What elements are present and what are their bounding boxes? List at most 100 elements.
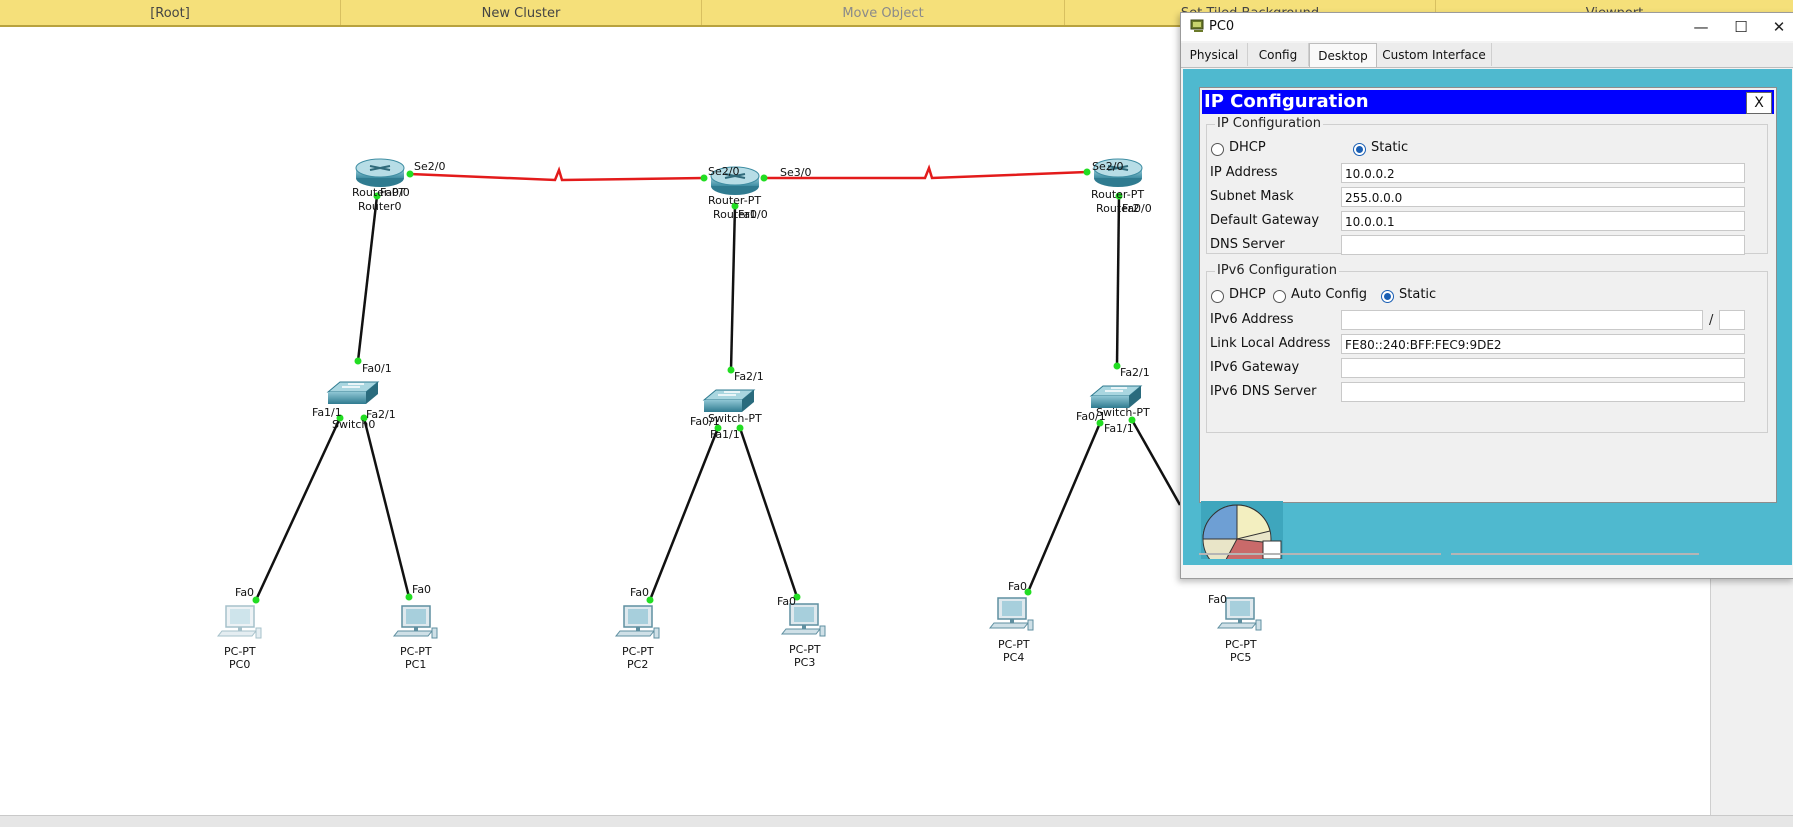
ipv6-address-field[interactable] xyxy=(1341,310,1703,330)
router-1-port-fa: Fa0/0 xyxy=(738,208,768,221)
ipv6-gateway-field[interactable] xyxy=(1341,358,1745,378)
pc-4-name: PC4 xyxy=(1003,651,1024,664)
switch-1[interactable] xyxy=(703,389,755,413)
close-button[interactable]: ✕ xyxy=(1764,16,1793,38)
ip-address-label: IP Address xyxy=(1210,165,1278,180)
minimize-button[interactable]: — xyxy=(1686,16,1716,38)
router-1-port-se-left: Se2/0 xyxy=(708,165,739,178)
link-local-field[interactable]: FE80::240:BFF:FEC9:9DE2 xyxy=(1341,334,1745,354)
link-local-label: Link Local Address xyxy=(1210,336,1331,351)
pc-4-model: PC-PT xyxy=(998,638,1030,651)
window-titlebar[interactable]: PC0 — ☐ ✕ xyxy=(1181,13,1793,41)
ipv6-group-title: IPv6 Configuration xyxy=(1215,263,1339,278)
pc-2-port: Fa0 xyxy=(630,586,649,599)
router-0-model: Router-PT xyxy=(352,186,405,199)
pc-5-port: Fa0 xyxy=(1208,593,1227,606)
ipv6-static-radio[interactable] xyxy=(1381,290,1394,303)
router-0-port-se: Se2/0 xyxy=(414,160,445,173)
pc-4-port: Fa0 xyxy=(1008,580,1027,593)
router-1-port-se-right: Se3/0 xyxy=(780,166,811,179)
pc-5-name: PC5 xyxy=(1230,651,1251,664)
ethernet-link[interactable] xyxy=(1026,422,1102,593)
ipv6-auto-config-label: Auto Config xyxy=(1291,287,1368,302)
ethernet-link[interactable] xyxy=(362,417,411,598)
pc-1-name: PC1 xyxy=(405,658,426,671)
ipv6-prefix-field[interactable] xyxy=(1719,310,1745,330)
ip-configuration-title: IP Configuration xyxy=(1204,91,1369,112)
pc-0-model: PC-PT xyxy=(224,645,256,658)
switch-1-model: Switch-PT xyxy=(708,412,762,425)
static-label: Static xyxy=(1371,140,1409,155)
dhcp-label: DHCP xyxy=(1229,140,1266,155)
ipv6-dns-field[interactable] xyxy=(1341,382,1745,402)
tab-physical[interactable]: Physical xyxy=(1181,43,1248,66)
switch-0-name: Switch0 xyxy=(332,418,375,431)
close-ip-config-button[interactable]: X xyxy=(1746,92,1772,114)
ipv6-dhcp-radio[interactable] xyxy=(1211,290,1224,303)
pc-3-model: PC-PT xyxy=(789,643,821,656)
ipv6-static-label: Static xyxy=(1399,287,1437,302)
pc-0-port: Fa0 xyxy=(235,586,254,599)
pc0-window[interactable]: PC0 — ☐ ✕ Physical Config Desktop Custom… xyxy=(1180,12,1793,579)
ethernet-link[interactable] xyxy=(1115,195,1121,367)
router-2-port-fa: Fa0/0 xyxy=(1122,202,1152,215)
desktop-scroll-track-left xyxy=(1199,553,1441,555)
subnet-mask-label: Subnet Mask xyxy=(1210,189,1294,204)
ethernet-link[interactable] xyxy=(729,205,737,371)
ip-configuration-header: IP Configuration X xyxy=(1202,90,1774,114)
pc-1-model: PC-PT xyxy=(400,645,432,658)
switch-0-uplink: Fa0/1 xyxy=(362,362,392,375)
ethernet-link[interactable] xyxy=(1130,419,1182,506)
ipv4-group-title: IP Configuration xyxy=(1215,116,1323,131)
device-tabs: Physical Config Desktop Custom Interface xyxy=(1181,43,1793,68)
pc-3-port: Fa0 xyxy=(777,595,796,608)
switch-0[interactable] xyxy=(327,381,379,405)
router-2-port-se: Se2/0 xyxy=(1092,160,1123,173)
ipv6-dhcp-label: DHCP xyxy=(1229,287,1266,302)
serial-link[interactable] xyxy=(409,166,705,182)
pc-1-port: Fa0 xyxy=(412,583,431,596)
ethernet-link[interactable] xyxy=(254,417,342,601)
static-radio[interactable] xyxy=(1353,143,1366,156)
ip-configuration-dialog: IP Configuration X IP Configuration DHCP… xyxy=(1199,87,1777,503)
tab-config[interactable]: Config xyxy=(1248,43,1309,66)
pc-2-model: PC-PT xyxy=(622,645,654,658)
prefix-separator: / xyxy=(1709,313,1714,328)
switch-2-uplink: Fa2/1 xyxy=(1120,366,1150,379)
router-2-model: Router-PT xyxy=(1091,188,1144,201)
ethernet-link[interactable] xyxy=(648,427,720,601)
maximize-button[interactable]: ☐ xyxy=(1726,16,1756,38)
ethernet-link[interactable] xyxy=(738,427,799,598)
window-title: PC0 xyxy=(1209,19,1235,34)
tab-custom-interface[interactable]: Custom Interface xyxy=(1377,43,1492,66)
ethernet-link[interactable] xyxy=(356,195,379,362)
serial-link[interactable] xyxy=(764,164,1088,180)
router-1-model: Router-PT xyxy=(708,194,761,207)
pc-3-name: PC3 xyxy=(794,656,815,669)
ip-address-field[interactable]: 10.0.0.2 xyxy=(1341,163,1745,183)
switch-2[interactable] xyxy=(1090,385,1142,409)
ipv6-config-group: IPv6 Configuration DHCP Auto Config Stat… xyxy=(1206,263,1768,433)
desktop-panel: IP Configuration X IP Configuration DHCP… xyxy=(1183,69,1792,565)
dns-server-field[interactable] xyxy=(1341,235,1745,255)
ipv6-address-label: IPv6 Address xyxy=(1210,312,1294,327)
pc-2[interactable] xyxy=(615,605,660,639)
pc-4[interactable] xyxy=(989,597,1034,631)
subnet-mask-field[interactable]: 255.0.0.0 xyxy=(1341,187,1745,207)
desktop-app-icon[interactable] xyxy=(1201,501,1283,559)
pc-3[interactable] xyxy=(781,603,826,637)
pc-1[interactable] xyxy=(393,605,438,639)
switch-1-uplink: Fa2/1 xyxy=(734,370,764,383)
router-0[interactable] xyxy=(355,158,405,188)
switch-2-port-2: Fa1/1 xyxy=(1104,422,1134,435)
pc-0[interactable] xyxy=(217,605,262,639)
pc-2-name: PC2 xyxy=(627,658,648,671)
ipv6-auto-config-radio[interactable] xyxy=(1273,290,1286,303)
dhcp-radio[interactable] xyxy=(1211,143,1224,156)
default-gateway-field[interactable]: 10.0.0.1 xyxy=(1341,211,1745,231)
ipv6-gateway-label: IPv6 Gateway xyxy=(1210,360,1300,375)
router-0-name: Router0 xyxy=(358,200,401,213)
packet-tracer-icon xyxy=(1190,19,1204,32)
tab-desktop[interactable]: Desktop xyxy=(1309,43,1377,67)
pc-5-model: PC-PT xyxy=(1225,638,1257,651)
